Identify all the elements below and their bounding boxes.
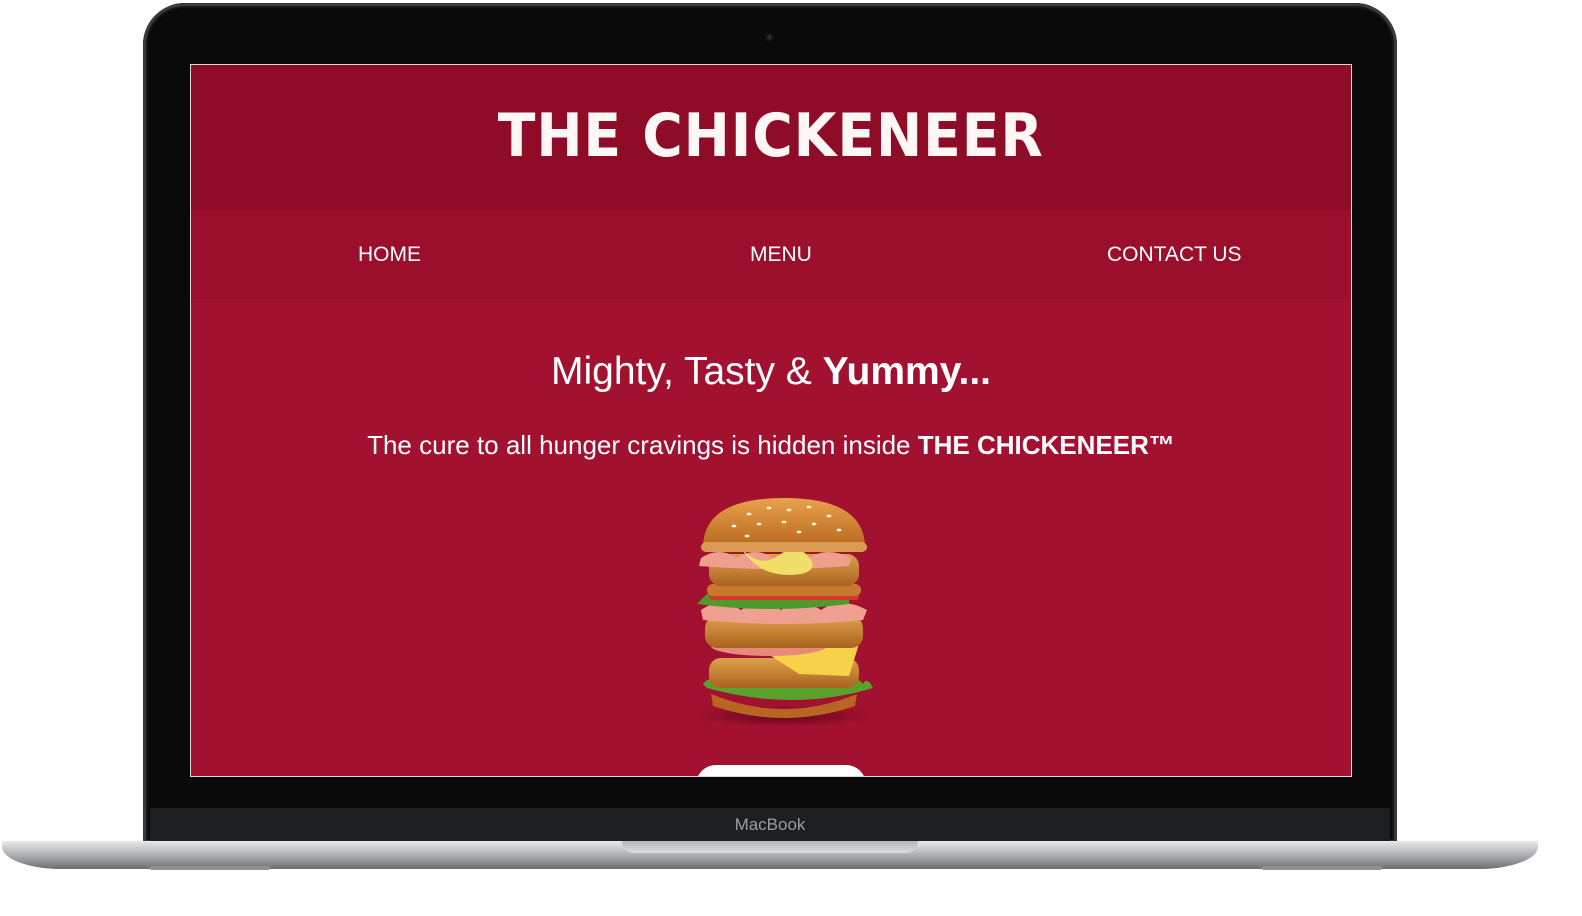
cta-button[interactable]: [696, 765, 866, 776]
hero-title: Mighty, Tasty & Yummy...: [191, 347, 1351, 397]
nav-item-home[interactable]: HOME: [358, 210, 421, 299]
nav-item-contact-us[interactable]: CONTACT US: [1107, 210, 1242, 299]
laptop-foot: [1262, 866, 1382, 870]
hero-subtitle-bold: THE CHICKENEER™: [917, 430, 1175, 460]
main-nav: HOME MENU CONTACT US: [191, 210, 1351, 299]
laptop-foot: [150, 866, 270, 870]
hero-subtitle-light: The cure to all hunger cravings is hidde…: [367, 430, 918, 460]
laptop-notch: [622, 841, 918, 853]
site-header: THE CHICKENEER: [191, 65, 1351, 210]
hero-subtitle: The cure to all hunger cravings is hidde…: [191, 427, 1351, 463]
website-screen: THE CHICKENEER HOME MENU CONTACT US Migh…: [191, 65, 1351, 776]
site-logo[interactable]: THE CHICKENEER: [498, 101, 1044, 171]
nav-item-menu[interactable]: MENU: [750, 210, 812, 299]
hero-title-light: Mighty, Tasty &: [551, 350, 823, 393]
device-brand-label: MacBook: [734, 815, 806, 834]
camera-icon: [765, 33, 774, 42]
hero-title-bold: Yummy...: [822, 350, 991, 393]
burger-image: [692, 498, 876, 727]
